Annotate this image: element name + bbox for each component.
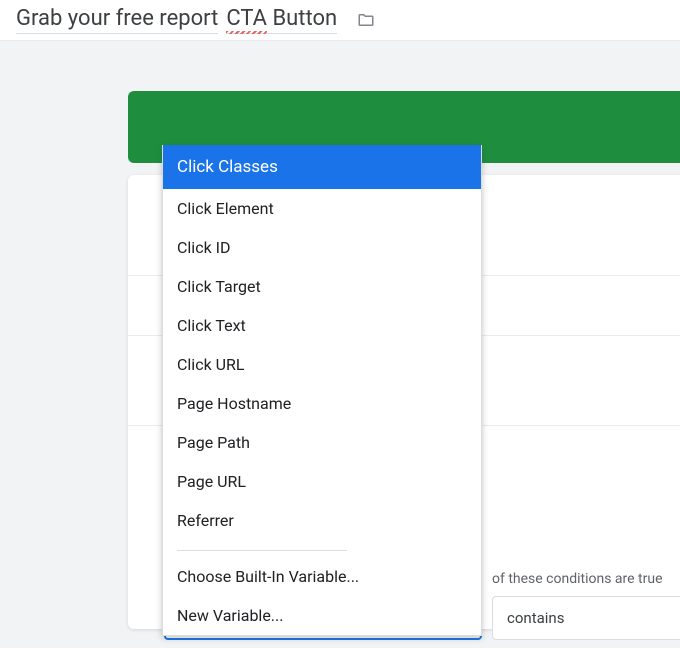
menu-item-page-path[interactable]: Page Path <box>163 423 481 462</box>
menu-item-click-element[interactable]: Click Element <box>163 189 481 228</box>
title-prefix[interactable]: Grab your free report <box>16 6 218 34</box>
menu-item-click-text[interactable]: Click Text <box>163 306 481 345</box>
menu-item-click-classes[interactable]: Click Classes <box>163 145 481 189</box>
page-header: Grab your free report CTA Button <box>0 0 680 41</box>
operator-value: contains <box>507 609 564 627</box>
menu-item-builtin[interactable]: Choose Built-In Variable... <box>163 557 481 596</box>
menu-item-referrer[interactable]: Referrer <box>163 501 481 540</box>
workspace: of these conditions are true Click Class… <box>0 41 680 648</box>
menu-item-new-variable[interactable]: New Variable... <box>163 596 481 635</box>
operator-dropdown[interactable]: contains <box>492 596 680 640</box>
folder-icon[interactable] <box>355 11 377 29</box>
menu-item-click-url[interactable]: Click URL <box>163 345 481 384</box>
menu-item-page-url[interactable]: Page URL <box>163 462 481 501</box>
menu-item-page-hostname[interactable]: Page Hostname <box>163 384 481 423</box>
title-cta-text: CTA <box>226 6 267 31</box>
title-cta-group[interactable]: CTA Button <box>226 6 337 34</box>
title-suffix: Button <box>272 6 337 31</box>
conditions-hint: of these conditions are true <box>492 571 663 587</box>
menu-item-click-id[interactable]: Click ID <box>163 228 481 267</box>
variable-menu: Click Classes Click Element Click ID Cli… <box>162 145 482 636</box>
menu-item-click-target[interactable]: Click Target <box>163 267 481 306</box>
menu-separator <box>177 550 347 551</box>
